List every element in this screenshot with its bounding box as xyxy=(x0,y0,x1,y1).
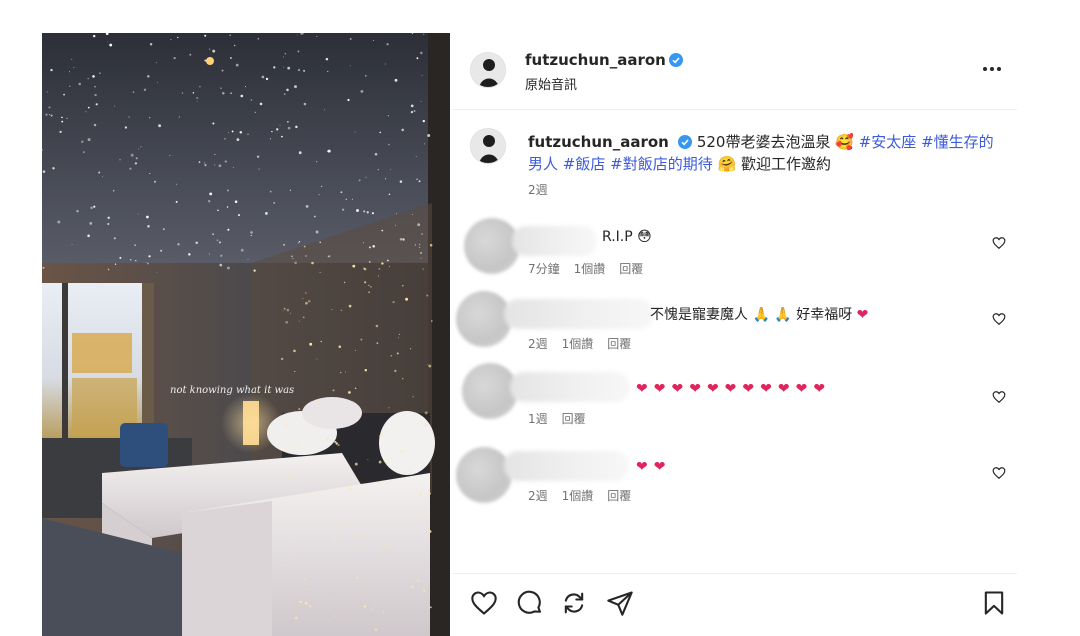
share-icon[interactable] xyxy=(560,589,588,617)
comment-meta: 7分鐘 1個讚 回覆 xyxy=(528,260,657,277)
post-detail-panel: futzuchun_aaron 原始音訊 futzuchun_aaron 520帶… xyxy=(452,33,1017,636)
comment-age[interactable]: 7分鐘 xyxy=(528,262,560,276)
caption-avatar[interactable] xyxy=(470,128,506,164)
author-username[interactable]: futzuchun_aaron xyxy=(525,51,683,69)
reply-button[interactable]: 回覆 xyxy=(607,489,631,503)
commenter-name-redacted[interactable] xyxy=(504,299,654,329)
image-watermark-text: not knowing what it was xyxy=(170,385,294,396)
heart-emoji-icon: ❤ xyxy=(777,381,790,397)
comment-likes[interactable]: 1個讚 xyxy=(574,262,606,276)
comment-age[interactable]: 2週 xyxy=(528,337,548,351)
comment-age[interactable]: 1週 xyxy=(528,412,548,426)
heart-emoji-icon: ❤ xyxy=(760,381,772,397)
caption-body: 520帶老婆去泡溫泉 xyxy=(696,133,831,151)
heart-emoji-icon: ❤ xyxy=(653,459,666,475)
commenter-name-redacted[interactable] xyxy=(510,372,630,402)
pray-emoji-icon: 🙏 xyxy=(748,307,775,323)
heart-emoji-icon: ❤ xyxy=(653,381,666,397)
heart-emoji-icon: ❤ xyxy=(671,381,684,397)
comment-likes[interactable]: 1個讚 xyxy=(562,337,594,351)
reply-button[interactable]: 回覆 xyxy=(562,412,586,426)
heart-emoji-icon: ❤ xyxy=(813,381,826,397)
hashtag-link[interactable]: #安太座 xyxy=(859,133,917,151)
pray-emoji-icon: 🙏 xyxy=(774,307,797,323)
comment-text: 不愧是寵妻魔人 🙏 🙏 好幸福呀 ❤ xyxy=(650,307,869,323)
post-action-bar xyxy=(452,573,1017,634)
heart-emoji-icon: ❤ xyxy=(724,381,737,397)
verified-badge-icon xyxy=(668,53,683,67)
comment-item: 不愧是寵妻魔人 🙏 🙏 好幸福呀 ❤ 2週 1個讚 回覆 xyxy=(452,291,1017,353)
comment-meta: 1週 回覆 xyxy=(528,410,600,427)
comment-like-heart-icon[interactable] xyxy=(992,236,1006,250)
heart-emoji-icon: ❤ xyxy=(689,381,701,397)
comment-meta: 2週 1個讚 回覆 xyxy=(528,487,645,504)
more-options-icon[interactable] xyxy=(980,59,1004,79)
comment-age[interactable]: 2週 xyxy=(528,489,548,503)
caption-username[interactable]: futzuchun_aaron xyxy=(528,133,669,151)
commenter-name-redacted[interactable] xyxy=(512,226,597,256)
heart-emoji-icon: ❤ xyxy=(706,381,719,397)
paper-plane-icon[interactable] xyxy=(606,589,634,617)
comment-hearts: ❤ ❤ xyxy=(636,459,671,475)
commenter-avatar[interactable] xyxy=(456,447,512,503)
love-emoji-icon: 🥰 xyxy=(830,133,859,151)
audio-label[interactable]: 原始音訊 xyxy=(525,74,577,93)
author-avatar[interactable] xyxy=(470,52,506,88)
reply-button[interactable]: 回覆 xyxy=(619,262,643,276)
comment-icon[interactable] xyxy=(516,589,544,617)
comment-like-heart-icon[interactable] xyxy=(992,390,1006,404)
heart-emoji-icon: ❤ xyxy=(852,307,869,323)
comment-item: ❤ ❤ 2週 1個讚 回覆 xyxy=(452,447,1017,509)
heart-emoji-icon: ❤ xyxy=(742,381,755,397)
comment-like-heart-icon[interactable] xyxy=(992,312,1006,326)
caption-age[interactable]: 2週 xyxy=(528,181,548,198)
post-header: futzuchun_aaron 原始音訊 xyxy=(452,33,1017,110)
heart-icon[interactable] xyxy=(470,589,498,617)
comment-meta: 2週 1個讚 回覆 xyxy=(528,335,645,352)
comment-hearts: ❤ ❤ ❤ ❤ ❤ ❤ ❤ ❤ ❤ ❤ ❤ xyxy=(636,381,831,397)
hashtag-link[interactable]: #飯店 xyxy=(563,155,606,173)
comment-like-heart-icon[interactable] xyxy=(992,466,1006,480)
hashtag-link[interactable]: #對飯店的期待 xyxy=(610,155,713,173)
author-username-text[interactable]: futzuchun_aaron xyxy=(525,51,666,69)
heart-emoji-icon: ❤ xyxy=(636,459,648,475)
caption-body-2: 歡迎工作邀約 xyxy=(740,155,831,173)
comment-text: R.I.P 😳 xyxy=(602,229,652,245)
post-image[interactable]: not knowing what it was xyxy=(42,33,450,636)
caption-text: futzuchun_aaron 520帶老婆去泡溫泉 🥰 #安太座 #懂生存的男人… xyxy=(528,131,998,175)
hug-emoji-icon: 🤗 xyxy=(717,155,737,173)
flushed-emoji-icon: 😳 xyxy=(637,229,652,245)
comment-item: ❤ ❤ ❤ ❤ ❤ ❤ ❤ ❤ ❤ ❤ ❤ 1週 回覆 xyxy=(452,363,1017,427)
bookmark-icon[interactable] xyxy=(980,589,1008,617)
comment-item: R.I.P 😳 7分鐘 1個讚 回覆 xyxy=(452,218,1017,280)
heart-emoji-icon: ❤ xyxy=(795,381,808,397)
reply-button[interactable]: 回覆 xyxy=(607,337,631,351)
comment-likes[interactable]: 1個讚 xyxy=(562,489,594,503)
heart-emoji-icon: ❤ xyxy=(636,381,648,397)
commenter-name-redacted[interactable] xyxy=(504,451,629,481)
verified-badge-icon xyxy=(677,135,692,149)
